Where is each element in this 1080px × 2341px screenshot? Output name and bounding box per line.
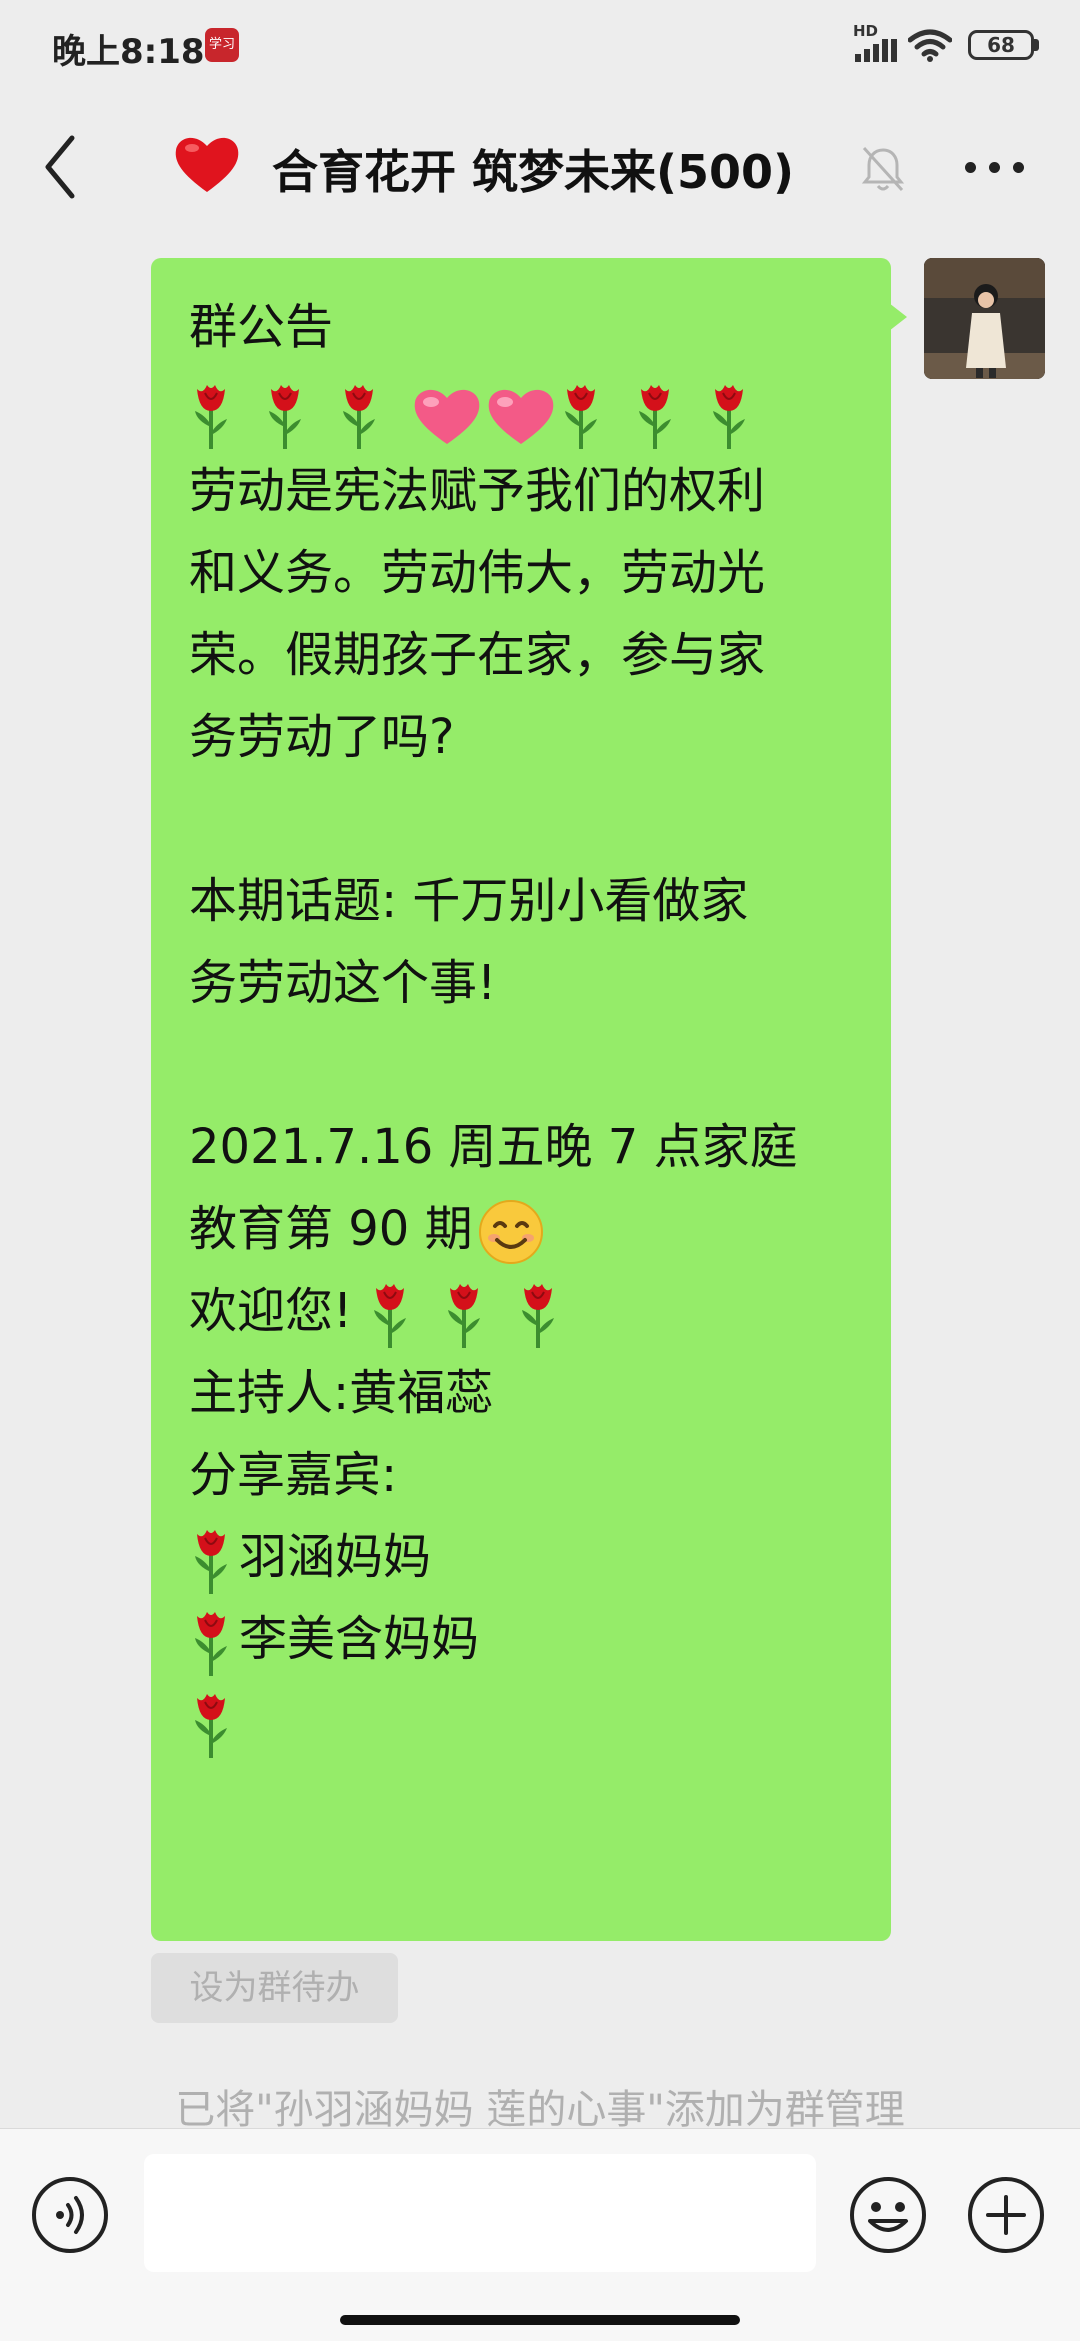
- back-chevron-icon[interactable]: [40, 132, 80, 202]
- welcome-text: 欢迎您!: [189, 1283, 353, 1339]
- guests-label: 分享嘉宾:: [189, 1447, 398, 1503]
- smiling-face-icon: [478, 1200, 543, 1264]
- emoji-icon[interactable]: [848, 2175, 928, 2255]
- more-options-icon[interactable]: [965, 162, 1025, 174]
- home-indicator: [340, 2315, 740, 2325]
- rose-icon: [447, 1284, 480, 1348]
- status-time: 晚上8:18: [52, 32, 205, 72]
- plus-icon[interactable]: [966, 2175, 1046, 2255]
- voice-input-icon[interactable]: [30, 2175, 110, 2255]
- system-message: 已将"孙羽涵妈妈 莲的心事"添加为群管理: [175, 2087, 905, 2133]
- bell-muted-icon: [861, 146, 905, 192]
- app-notification-icon: 学习: [205, 28, 239, 62]
- bubble-tail: [889, 303, 907, 331]
- rose-icon: [565, 385, 597, 449]
- issue-line: 教育第 90 期: [189, 1201, 473, 1257]
- issue-line-row: 教育第 90 期: [189, 1188, 869, 1270]
- guest-item: [189, 1680, 869, 1762]
- input-bar: [0, 2128, 1080, 2341]
- announcement-heading: 群公告: [189, 299, 334, 355]
- set-group-todo-button[interactable]: 设为群待办: [151, 1953, 398, 2023]
- date-line: 2021.7.16 周五晚 7 点家庭: [189, 1119, 798, 1175]
- chat-header: 合育花开 筑梦未来(500): [0, 92, 1080, 242]
- guest-name: 李美含妈妈: [239, 1611, 480, 1667]
- rose-icon: [639, 385, 671, 449]
- rose-icon: [343, 385, 375, 449]
- status-bar: 晚上8:18 学习 HD 68: [0, 0, 1080, 92]
- group-announcement-bubble[interactable]: 群公告 劳动是宪法赋予我们的权利 和义务。劳动伟大，劳动光 荣。假期孩子在家，参…: [151, 258, 891, 1941]
- paragraph-line: 务劳动了吗?: [189, 709, 455, 765]
- pink-heart-icon: [488, 389, 554, 444]
- rose-icon: [269, 385, 301, 449]
- battery-icon: 68: [968, 30, 1034, 60]
- host-line: 主持人:黄福蕊: [189, 1365, 494, 1421]
- signal-icon: [855, 39, 897, 62]
- paragraph-line: 荣。假期孩子在家，参与家: [189, 627, 766, 683]
- emoji-row: [189, 368, 869, 450]
- rose-icon: [195, 1694, 227, 1758]
- rose-icon: [373, 1284, 406, 1348]
- paragraph-line: 和义务。劳动伟大，劳动光: [189, 545, 766, 601]
- pink-heart-icon: [414, 389, 480, 444]
- guest-item: 羽涵妈妈: [189, 1516, 869, 1598]
- rose-icon: [195, 385, 227, 449]
- rose-icon: [521, 1284, 554, 1348]
- battery-tip: [1034, 39, 1039, 51]
- topic-line: 务劳动这个事!: [189, 955, 497, 1011]
- rose-icon: [713, 385, 745, 449]
- message-input[interactable]: [144, 2154, 816, 2272]
- guest-item: 李美含妈妈: [189, 1598, 869, 1680]
- sender-avatar[interactable]: [924, 258, 1045, 379]
- welcome-row: 欢迎您!: [189, 1270, 869, 1352]
- chat-title[interactable]: 合育花开 筑梦未来(500): [272, 136, 794, 202]
- guest-name: 羽涵妈妈: [239, 1529, 432, 1585]
- wifi-icon: [908, 29, 952, 62]
- rose-icon: [195, 1612, 227, 1676]
- red-heart-icon: [175, 137, 239, 192]
- topic-line: 本期话题: 千万别小看做家: [189, 873, 749, 929]
- rose-icon: [195, 1530, 227, 1594]
- paragraph-line: 劳动是宪法赋予我们的权利: [189, 463, 766, 519]
